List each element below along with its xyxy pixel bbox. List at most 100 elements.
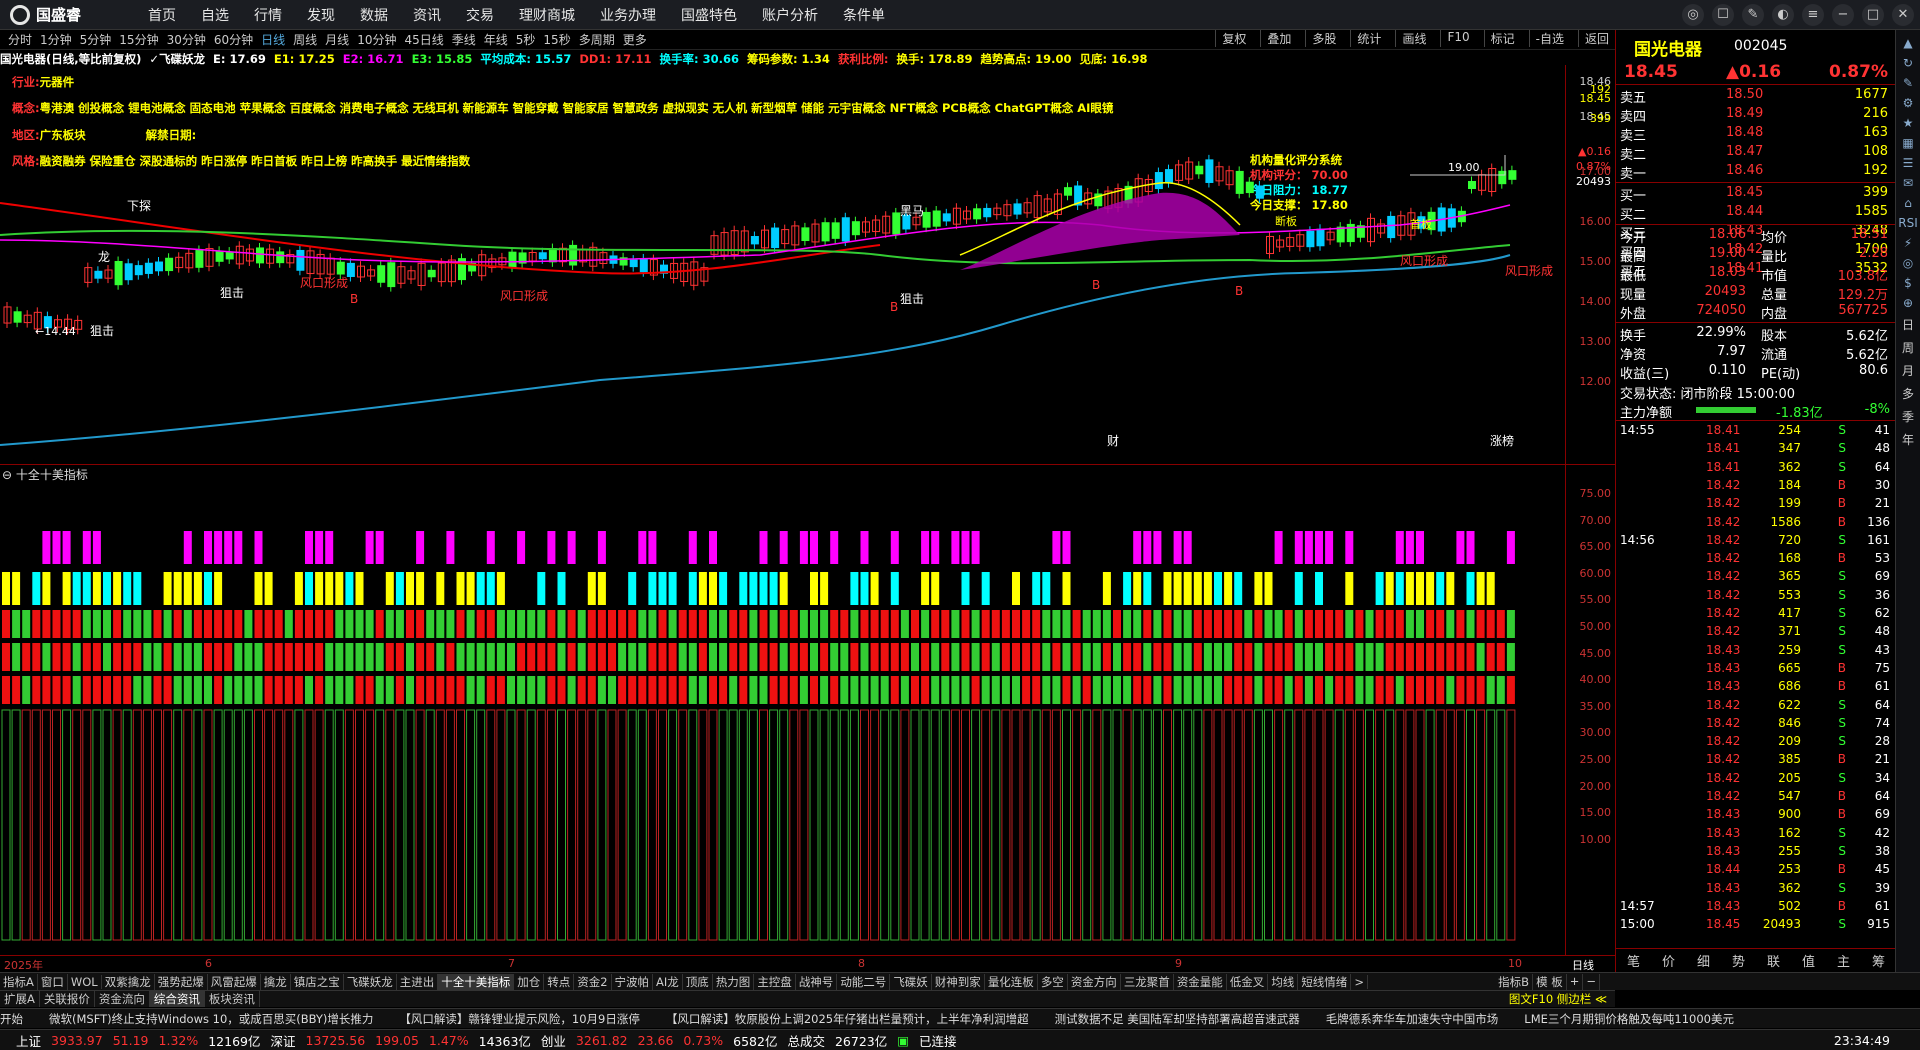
indicator-tab[interactable]: 主控盘 (754, 973, 796, 990)
period-tab[interactable]: 60分钟 (214, 31, 253, 48)
period-tab[interactable]: 分时 (8, 31, 32, 48)
extension-tab[interactable]: 关联报价 (40, 991, 95, 1007)
chart-tool[interactable]: 复权 (1215, 30, 1252, 47)
indicator-tab[interactable]: 强势起爆 (155, 973, 208, 990)
indicator-tab[interactable]: 财神到家 (932, 973, 985, 990)
indicator-tab[interactable]: 双紫擒龙 (102, 973, 155, 990)
indicator-tab[interactable]: 低金叉 (1227, 973, 1269, 990)
side-tool-icon[interactable]: ⚙ (1896, 96, 1920, 110)
chart-tool[interactable]: 画线 (1395, 30, 1432, 47)
indicator-tab[interactable]: 量化连板 (985, 973, 1038, 990)
side-period[interactable]: 周 (1896, 339, 1920, 356)
indicator-tab[interactable]: 均线 (1268, 973, 1299, 990)
indicator-tab[interactable]: 飞碟妖 (890, 973, 932, 990)
side-tool-icon[interactable]: ✉ (1896, 176, 1920, 190)
kline-chart[interactable]: 19.00 ←14.44 龙下探狙击黑马狙击狙击风口形成风口形成风口形成风口形成… (0, 65, 1565, 463)
period-tab[interactable]: 多周期 (579, 31, 615, 48)
quote-tab[interactable]: 值 (1791, 951, 1826, 970)
menu-icon[interactable]: ≡ (1802, 4, 1824, 26)
indicator-tab[interactable]: 擒龙 (261, 973, 291, 990)
tab-tool[interactable]: 指标B (1495, 973, 1534, 990)
side-tool-icon[interactable]: ⌂ (1896, 196, 1920, 210)
indicator-chart[interactable] (0, 465, 1565, 955)
indicator-tab[interactable]: 十全十美指标 (438, 973, 515, 990)
period-tab[interactable]: 1分钟 (40, 31, 72, 48)
indicator-tab[interactable]: 资金2 (574, 973, 612, 990)
news-item[interactable]: 微软(MSFT)终止支持Windows 10，或成百思买(BBY)增长推力 (49, 1011, 373, 1027)
quote-tab[interactable]: 细 (1686, 951, 1721, 970)
period-tab[interactable]: 5分钟 (80, 31, 112, 48)
indicator-tab[interactable]: 多空 (1038, 973, 1068, 990)
extension-tab[interactable]: 板块资讯 (205, 991, 260, 1007)
news-item[interactable]: 开始 (0, 1011, 23, 1027)
menu-item[interactable]: 国盛特色 (681, 5, 737, 25)
news-item[interactable]: LME三个月期铜价格触及每吨11000美元 (1524, 1011, 1734, 1027)
indicator-tab[interactable]: 加仓 (514, 973, 545, 990)
side-tool-icon[interactable]: ⊕ (1896, 296, 1920, 310)
side-tool-icon[interactable]: ◎ (1896, 256, 1920, 270)
period-tab[interactable]: 周线 (293, 31, 317, 48)
maximize-icon[interactable]: □ (1862, 4, 1884, 26)
indicator-tab[interactable]: 转点 (544, 973, 575, 990)
menu-item[interactable]: 发现 (307, 5, 335, 25)
period-tab[interactable]: 月线 (325, 31, 349, 48)
chat-icon[interactable]: ◎ (1682, 4, 1704, 26)
indicator-tab[interactable]: 镇店之宝 (291, 973, 344, 990)
quote-tab[interactable]: 筹 (1861, 951, 1896, 970)
extension-tab[interactable]: 资金流向 (95, 991, 150, 1007)
tab-tool[interactable]: 模 板 (1533, 973, 1567, 990)
chart-tool[interactable]: 统计 (1350, 30, 1387, 47)
side-tool-icon[interactable]: ▲ (1896, 36, 1920, 50)
menu-item[interactable]: 资讯 (413, 5, 441, 25)
close-icon[interactable]: ✕ (1892, 4, 1914, 26)
indicator-tab[interactable]: 战神号 (796, 973, 838, 990)
menu-item[interactable]: 数据 (360, 5, 388, 25)
menu-item[interactable]: 首页 (148, 5, 176, 25)
indicator-tab[interactable]: 宁波帕 (612, 973, 654, 990)
minimize-icon[interactable]: − (1832, 4, 1854, 26)
tab-tool[interactable]: − (1583, 973, 1600, 990)
side-period[interactable]: 年 (1896, 431, 1920, 448)
side-tool-icon[interactable]: ⚡ (1896, 236, 1920, 250)
period-tab[interactable]: 5秒 (516, 31, 536, 48)
extension-tab[interactable]: 综合资讯 (149, 991, 205, 1007)
news-item[interactable]: 【风口解读】牧原股份上调2025年仔猪出栏量预计，上半年净利润增超 (666, 1011, 1029, 1027)
indicator-tab[interactable]: 指标A (0, 973, 38, 990)
message-icon[interactable]: ☐ (1712, 4, 1734, 26)
side-period[interactable]: 多 (1896, 385, 1920, 402)
tab-tool[interactable]: + (1567, 973, 1584, 990)
menu-item[interactable]: 账户分析 (762, 5, 818, 25)
news-item[interactable]: 测试数据不足 美国陆军却坚持部署高超音速武器 (1055, 1011, 1300, 1027)
quote-tab[interactable]: 价 (1651, 951, 1686, 970)
period-tab[interactable]: 季线 (452, 31, 476, 48)
chart-tool[interactable]: 标记 (1483, 30, 1521, 47)
sidebar-toggle[interactable]: 图文F10 侧边栏 ≪ (1505, 991, 1611, 1007)
side-period[interactable]: 月 (1896, 362, 1920, 379)
side-tool-icon[interactable]: ▦ (1896, 136, 1920, 150)
indicator-tab[interactable]: AI龙 (653, 973, 683, 990)
indicator-tab[interactable]: 资金方向 (1068, 973, 1121, 990)
period-tab[interactable]: 15秒 (543, 31, 570, 48)
side-tool-icon[interactable]: ☰ (1896, 156, 1920, 170)
indicator-tab[interactable]: 顶底 (683, 973, 713, 990)
menu-item[interactable]: 业务办理 (600, 5, 656, 25)
side-tool-icon[interactable]: $ (1896, 276, 1920, 290)
quote-tab[interactable]: 势 (1721, 951, 1756, 970)
indicator-tab[interactable]: 热力图 (713, 973, 755, 990)
period-tab[interactable]: 30分钟 (167, 31, 206, 48)
chart-tool[interactable]: -自选 (1528, 30, 1570, 47)
quote-tab[interactable]: 笔 (1616, 951, 1651, 970)
indicator-tab[interactable]: 窗口 (38, 973, 68, 990)
indicator-tab[interactable]: 飞碟妖龙 (344, 973, 397, 990)
side-tool-icon[interactable]: ↻ (1896, 56, 1920, 70)
indicator-tab[interactable]: WOL (68, 974, 102, 989)
menu-item[interactable]: 理财商城 (519, 5, 575, 25)
period-tab[interactable]: 日线 (261, 31, 285, 48)
chart-tool[interactable]: F10 (1440, 30, 1475, 47)
indicator-tab[interactable]: > (1351, 974, 1368, 989)
menu-item[interactable]: 自选 (201, 5, 229, 25)
side-period[interactable]: 季 (1896, 408, 1920, 425)
indicator-tab[interactable]: 资金量能 (1174, 973, 1227, 990)
indicator-tab[interactable]: 风雷起爆 (208, 973, 261, 990)
chart-tool[interactable]: 多股 (1305, 30, 1342, 47)
